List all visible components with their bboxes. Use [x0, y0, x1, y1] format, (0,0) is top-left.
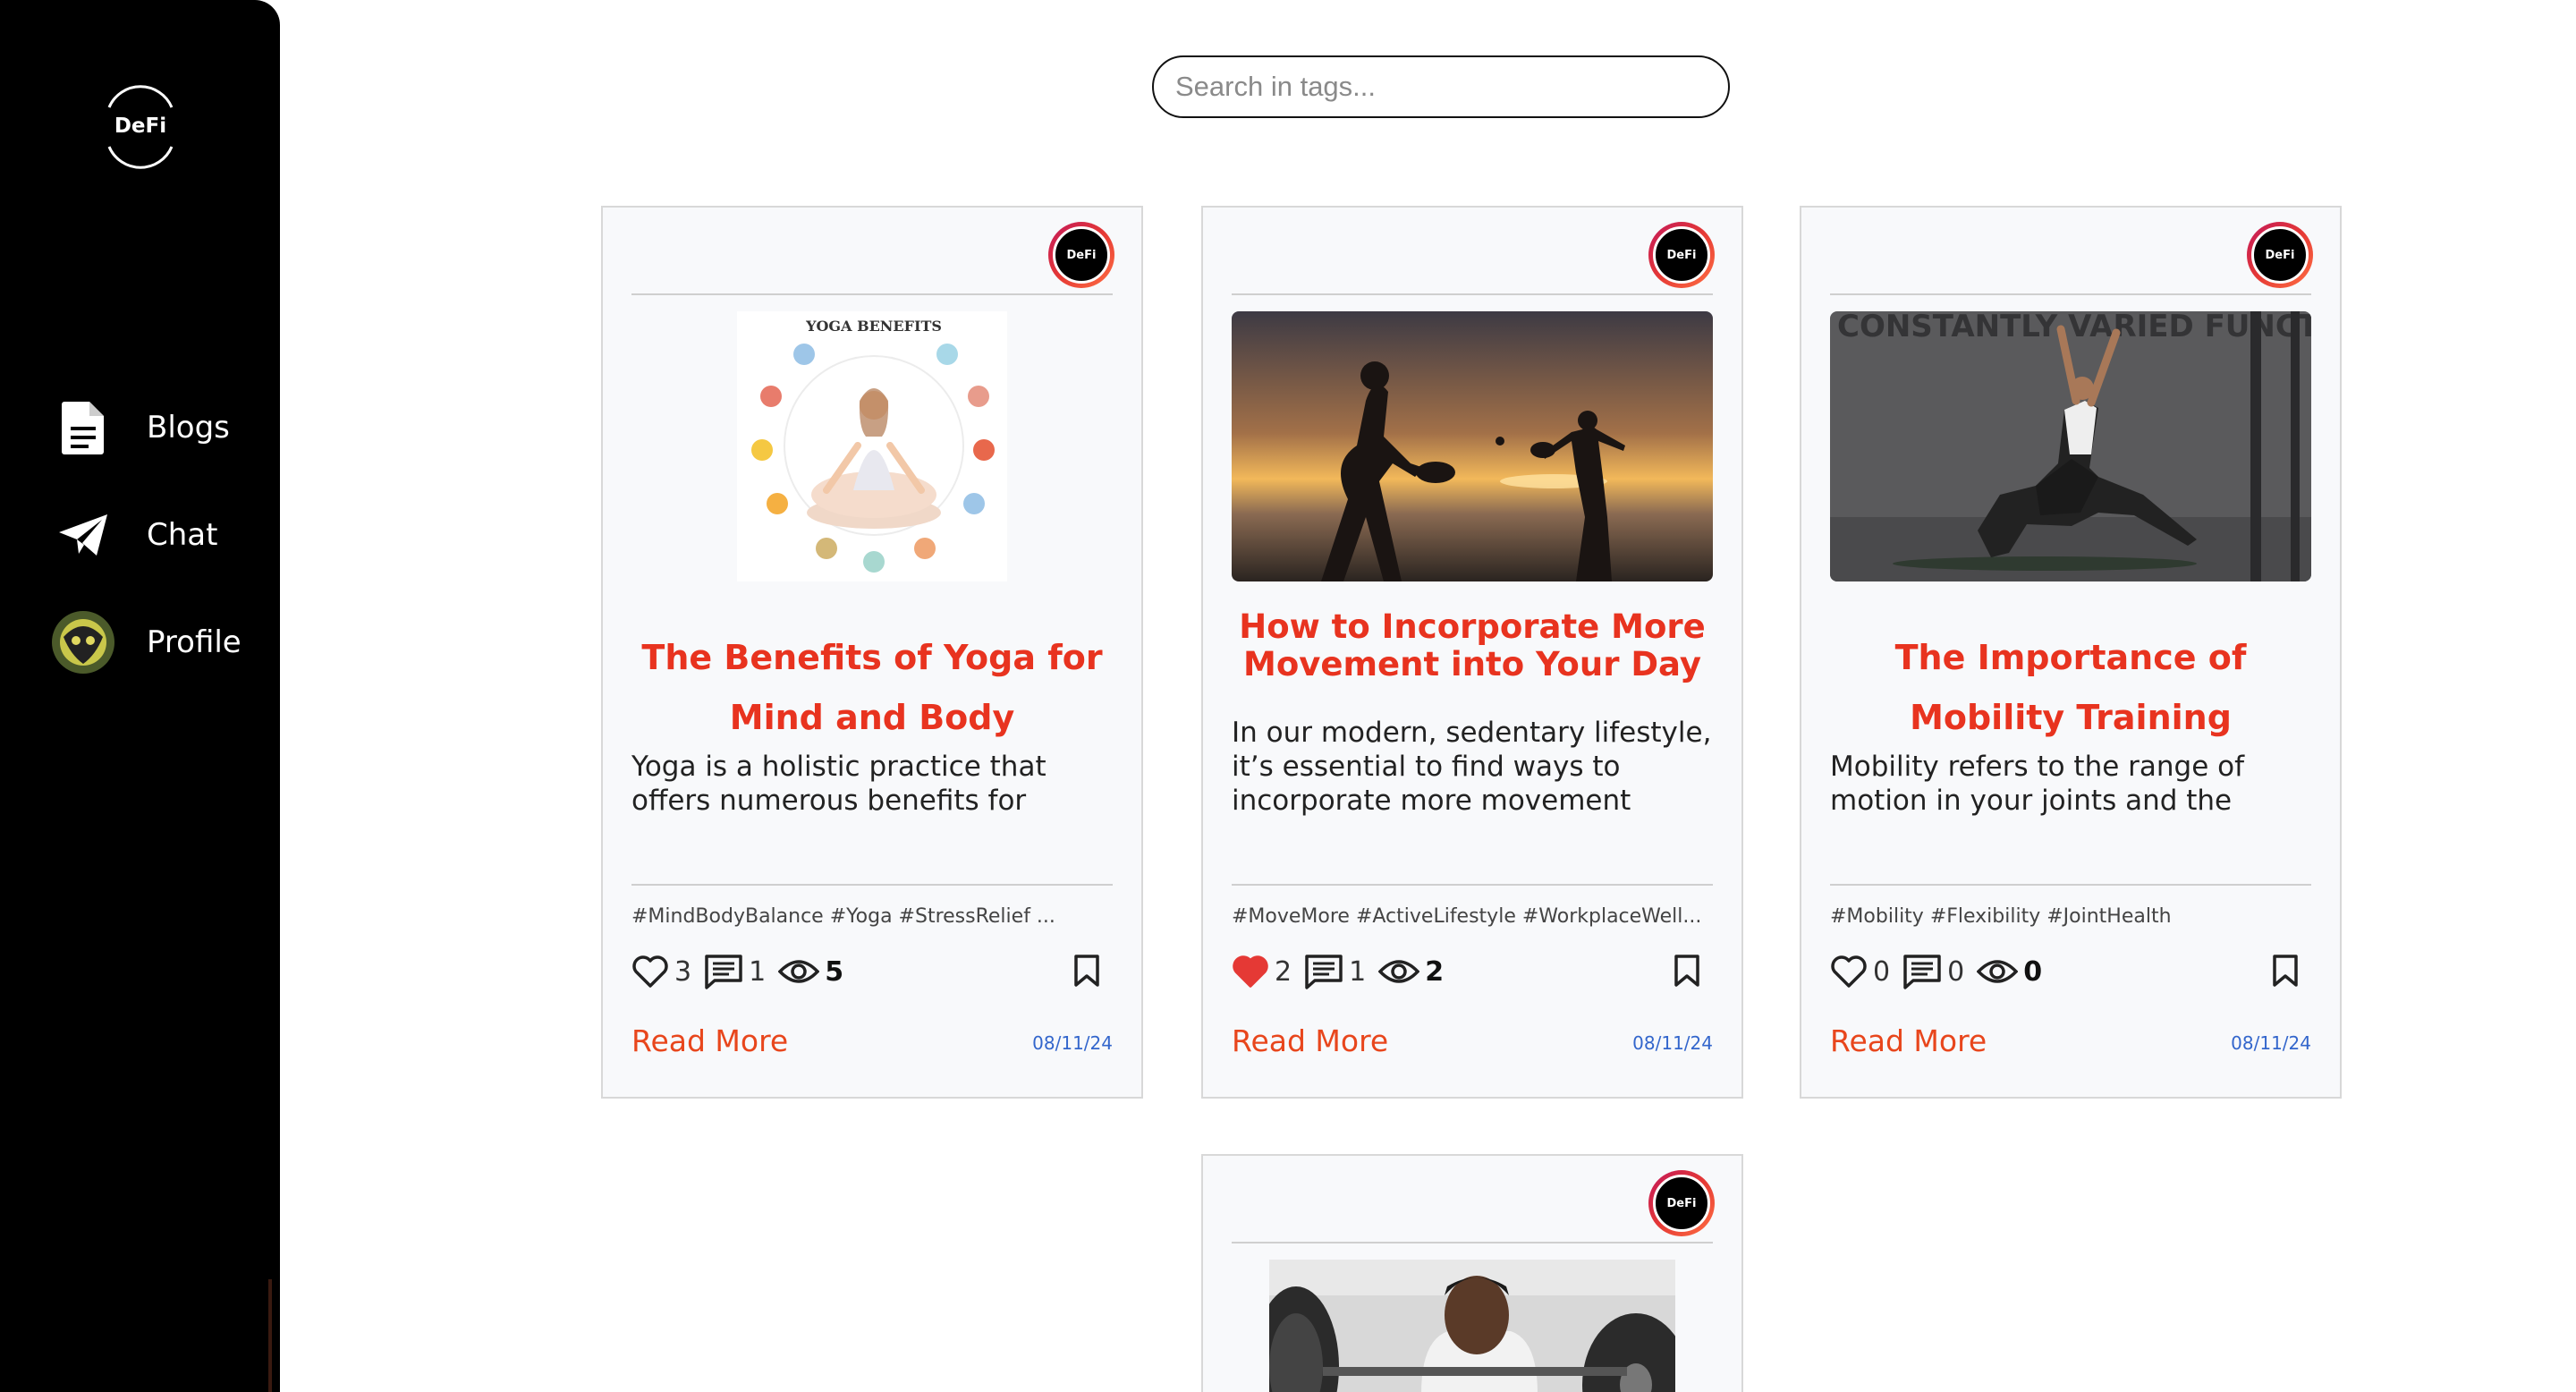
card-date: 08/11/24	[1032, 1032, 1113, 1054]
bookmark-icon	[2273, 955, 2298, 987]
comment-button[interactable]: 1	[1304, 954, 1366, 989]
image-wall-text: CONSTANTLY VARIED FUNCTIONAL MOVEMENT HI…	[1837, 311, 2311, 344]
author-avatar[interactable]: DeFi	[1048, 222, 1114, 288]
card-stats: 2 1 2	[1232, 946, 1713, 997]
bookmark-button[interactable]	[2272, 954, 2299, 992]
card-excerpt: Yoga is a holistic practice that offers …	[631, 751, 1046, 817]
heart-icon	[1831, 955, 1867, 988]
brand-logo[interactable]: DeFi	[100, 81, 181, 174]
card-stats: 3 1 5	[631, 946, 1113, 997]
image-heading: YOGA BENEFITS	[805, 318, 942, 335]
search-input[interactable]	[1152, 55, 1730, 118]
heart-filled-icon	[1233, 955, 1268, 988]
like-count: 3	[674, 955, 692, 988]
card-image: CONSTANTLY VARIED FUNCTIONAL MOVEMENT HI…	[1830, 311, 2311, 581]
sidebar-item-label: Blogs	[147, 410, 230, 446]
card-tags[interactable]: #MoveMore #ActiveLifestyle #WorkplaceWel…	[1232, 905, 1713, 928]
heart-icon	[632, 955, 668, 988]
bookmark-icon	[1674, 955, 1699, 987]
card-tags[interactable]: #Mobility #Flexibility #JointHealth	[1830, 905, 2311, 928]
divider	[1232, 1242, 1713, 1243]
views: 5	[778, 956, 843, 988]
blog-card[interactable]: DeFi YOGA BENEFITS The Benefits of Yoga …	[601, 206, 1143, 1099]
comment-icon	[705, 955, 742, 989]
card-excerpt: Mobility refers to the range of motion i…	[1830, 751, 2245, 817]
sidebar-accent-line	[268, 1279, 272, 1392]
card-date: 08/11/24	[1632, 1032, 1713, 1054]
card-title[interactable]: How to Incorporate More Movement into Yo…	[1232, 608, 1713, 683]
eye-icon	[1378, 960, 1420, 983]
divider	[1830, 884, 2311, 886]
card-title[interactable]: The Importance of Mobility Training	[1830, 628, 2311, 748]
card-image	[1232, 311, 1713, 581]
read-more-link[interactable]: Read More	[1830, 1023, 1987, 1058]
view-count: 0	[2023, 955, 2043, 988]
comment-button[interactable]: 1	[704, 954, 766, 989]
divider	[1232, 293, 1713, 295]
view-count: 2	[1425, 955, 1445, 988]
blog-card[interactable]: DeFi How to Incorporate More Movement in…	[1201, 206, 1743, 1099]
eye-icon	[1977, 960, 2019, 983]
divider	[1232, 884, 1713, 886]
paper-plane-icon	[50, 502, 116, 568]
comment-count: 1	[749, 955, 767, 988]
like-button[interactable]: 3	[631, 955, 691, 989]
blog-card[interactable]: DeFi CONSTANTLY VARIED FUNCTIONAL MOVEME…	[1800, 206, 2342, 1099]
like-count: 0	[1873, 955, 1891, 988]
comment-button[interactable]: 0	[1902, 954, 1964, 989]
comment-icon	[1903, 955, 1941, 989]
views: 0	[1977, 956, 2042, 988]
comment-icon	[1305, 955, 1343, 989]
author-avatar[interactable]: DeFi	[1648, 222, 1715, 288]
divider	[631, 884, 1113, 886]
sidebar-item-blogs[interactable]: Blogs	[50, 392, 265, 463]
view-count: 5	[825, 955, 844, 988]
author-avatar[interactable]: DeFi	[1648, 1170, 1715, 1236]
like-button[interactable]: 0	[1830, 955, 1890, 989]
avatar	[50, 609, 116, 675]
author-avatar[interactable]: DeFi	[2247, 222, 2313, 288]
read-more-link[interactable]: Read More	[1232, 1023, 1388, 1058]
logo-text: DeFi	[114, 115, 167, 138]
card-excerpt: In our modern, sedentary lifestyle, it’s…	[1232, 717, 1712, 817]
like-count: 2	[1275, 955, 1292, 988]
document-icon	[50, 395, 116, 461]
eye-icon	[778, 960, 820, 983]
read-more-link[interactable]: Read More	[631, 1023, 788, 1058]
sidebar-item-label: Chat	[147, 517, 218, 553]
sidebar-item-label: Profile	[147, 624, 242, 660]
card-title[interactable]: The Benefits of Yoga for Mind and Body	[631, 628, 1113, 748]
comment-count: 1	[1349, 955, 1367, 988]
card-stats: 0 0 0	[1830, 946, 2311, 997]
blog-card[interactable]: DeFi	[1201, 1154, 1743, 1392]
card-image: YOGA BENEFITS	[737, 311, 1007, 581]
like-button[interactable]: 2	[1232, 955, 1292, 989]
card-date: 08/11/24	[2231, 1032, 2311, 1054]
sidebar: DeFi Blogs Chat Profile	[0, 0, 280, 1392]
comment-count: 0	[1947, 955, 1965, 988]
card-image	[1269, 1260, 1675, 1392]
card-tags[interactable]: #MindBodyBalance #Yoga #StressRelief ...	[631, 905, 1113, 928]
bookmark-icon	[1074, 955, 1099, 987]
divider	[1830, 293, 2311, 295]
bookmark-button[interactable]	[1674, 954, 1700, 992]
sidebar-item-chat[interactable]: Chat	[50, 499, 265, 571]
sidebar-item-profile[interactable]: Profile	[50, 607, 265, 678]
views: 2	[1378, 956, 1444, 988]
divider	[631, 293, 1113, 295]
bookmark-button[interactable]	[1073, 954, 1100, 992]
